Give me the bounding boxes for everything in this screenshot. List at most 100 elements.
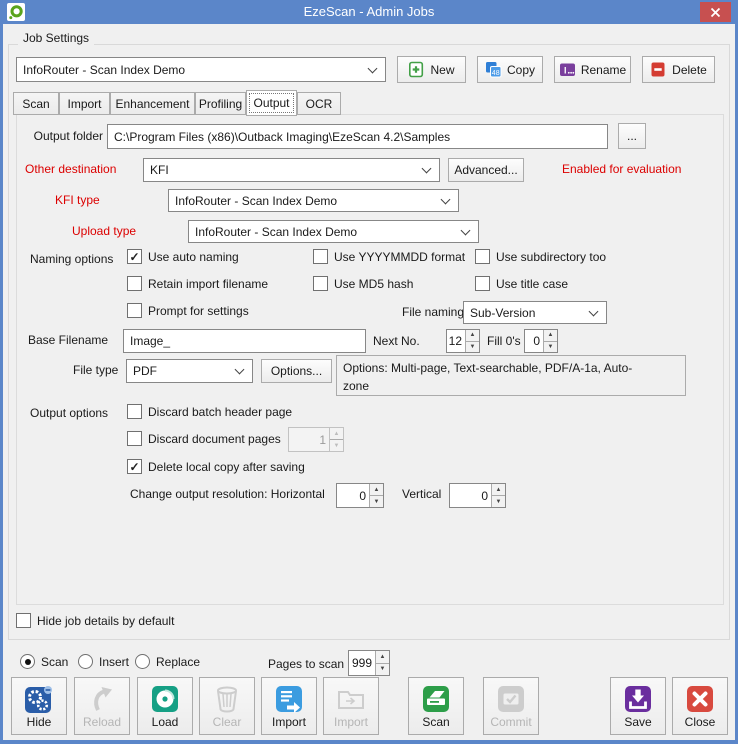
spinner-down-icon[interactable]: ▼ (376, 664, 389, 676)
clear-trash-icon (212, 684, 242, 714)
checkbox-hide-job-details[interactable]: Hide job details by default (16, 613, 174, 628)
file-naming-combobox[interactable]: Sub-Version (463, 301, 607, 324)
checkbox-label: Discard document pages (148, 432, 281, 446)
delete-job-button[interactable]: Delete (642, 56, 715, 83)
spinner-arrows[interactable]: ▲▼ (375, 651, 389, 675)
fill-zeros-spinner[interactable]: 0 ▲▼ (524, 329, 558, 353)
rename-job-button[interactable]: I Rename (554, 56, 631, 83)
kfi-type-combobox[interactable]: InfoRouter - Scan Index Demo (168, 189, 459, 212)
other-destination-combobox[interactable]: KFI (143, 158, 440, 182)
tab-scan[interactable]: Scan (13, 92, 59, 115)
tab-output-label: Output (253, 96, 289, 110)
copy-job-button[interactable]: 48 Copy (477, 56, 543, 83)
upload-type-label: Upload type (72, 224, 136, 238)
spinner-up-icon: ▲ (330, 428, 343, 440)
scan-button[interactable]: Scan (408, 677, 464, 735)
checkbox-box (475, 249, 490, 264)
checkbox-use-auto-naming[interactable]: Use auto naming (127, 249, 239, 264)
checkbox-label: Hide job details by default (37, 614, 174, 628)
tab-output[interactable]: Output (246, 90, 297, 116)
spinner-arrows[interactable]: ▲▼ (369, 484, 383, 507)
evaluation-note: Enabled for evaluation (562, 162, 681, 176)
checkbox-box (313, 249, 328, 264)
checkbox-box (127, 249, 142, 264)
file-naming-value: Sub-Version (470, 306, 535, 320)
import-folder-icon (336, 684, 366, 714)
tab-ocr[interactable]: OCR (297, 92, 341, 115)
kfi-type-label: KFI type (55, 193, 100, 207)
file-type-options-button[interactable]: Options... (261, 359, 332, 383)
file-type-combobox[interactable]: PDF (126, 359, 253, 383)
close-button[interactable]: Close (672, 677, 728, 735)
checkbox-delete-local-copy[interactable]: Delete local copy after saving (127, 459, 305, 474)
spinner-down-icon[interactable]: ▼ (466, 342, 479, 353)
tab-enhancement[interactable]: Enhancement (110, 92, 195, 115)
browse-folder-button[interactable]: ... (618, 123, 646, 149)
reload-button: Reload (74, 677, 130, 735)
spinner-down-icon[interactable]: ▼ (544, 342, 557, 353)
checkbox-use-md5-hash[interactable]: Use MD5 hash (313, 276, 413, 291)
checkbox-box (475, 276, 490, 291)
window-close-button[interactable] (700, 2, 731, 22)
output-folder-input[interactable]: C:\Program Files (x86)\Outback Imaging\E… (107, 124, 608, 149)
radio-replace[interactable]: Replace (135, 654, 200, 669)
checkbox-use-subdirectory-too[interactable]: Use subdirectory too (475, 249, 606, 264)
spinner-up-icon[interactable]: ▲ (544, 330, 557, 342)
options-summary-text: Options: Multi-page, Text-searchable, PD… (343, 359, 658, 395)
file-type-label: File type (73, 363, 118, 377)
new-icon (408, 61, 425, 78)
rename-job-label: Rename (581, 63, 626, 77)
checkbox-retain-import-filename[interactable]: Retain import filename (127, 276, 268, 291)
import-folder-label: Import (334, 715, 368, 729)
new-job-label: New (430, 63, 454, 77)
spinner-arrows[interactable]: ▲▼ (543, 330, 557, 352)
import-document-icon (274, 684, 304, 714)
pages-to-scan-spinner[interactable]: 999 ▲▼ (348, 650, 390, 676)
spinner-down-icon[interactable]: ▼ (370, 496, 383, 507)
tab-profiling[interactable]: Profiling (195, 92, 246, 115)
spinner-down-icon: ▼ (330, 440, 343, 451)
hide-gears-icon (24, 684, 54, 714)
upload-type-combobox[interactable]: InfoRouter - Scan Index Demo (188, 220, 479, 243)
checkbox-discard-document-pages[interactable]: Discard document pages (127, 431, 281, 446)
checkbox-label: Use title case (496, 277, 568, 291)
import-button[interactable]: Import (261, 677, 317, 735)
resolution-vertical-value: 0 (450, 484, 491, 507)
file-naming-label: File naming (402, 305, 464, 319)
checkbox-label: Discard batch header page (148, 405, 292, 419)
hide-button[interactable]: Hide (11, 677, 67, 735)
base-filename-input[interactable]: Image_ (123, 329, 366, 353)
spinner-arrows[interactable]: ▲▼ (491, 484, 505, 507)
close-icon (710, 7, 721, 18)
job-selector-combobox[interactable]: InfoRouter - Scan Index Demo (16, 57, 386, 82)
tab-import[interactable]: Import (59, 92, 110, 115)
checkbox-discard-batch-header-page[interactable]: Discard batch header page (127, 404, 292, 419)
resolution-horizontal-spinner[interactable]: 0 ▲▼ (336, 483, 384, 508)
spinner-up-icon[interactable]: ▲ (370, 484, 383, 496)
spinner-down-icon[interactable]: ▼ (492, 496, 505, 507)
spinner-up-icon[interactable]: ▲ (492, 484, 505, 496)
next-no-spinner[interactable]: 12 ▲▼ (446, 329, 480, 353)
checkbox-use-yyyymmdd-format[interactable]: Use YYYYMMDD format (313, 249, 465, 264)
spinner-up-icon[interactable]: ▲ (376, 651, 389, 664)
save-button[interactable]: Save (610, 677, 666, 735)
resolution-vertical-spinner[interactable]: 0 ▲▼ (449, 483, 506, 508)
job-settings-legend: Job Settings (18, 31, 94, 45)
radio-scan[interactable]: Scan (20, 654, 68, 669)
checkbox-prompt-for-settings[interactable]: Prompt for settings (127, 303, 249, 318)
checkbox-use-title-case[interactable]: Use title case (475, 276, 568, 291)
output-folder-label: Output folder (25, 129, 103, 143)
new-job-button[interactable]: New (397, 56, 466, 83)
advanced-button[interactable]: Advanced... (448, 158, 524, 182)
spinner-arrows[interactable]: ▲▼ (465, 330, 479, 352)
tab-import-label: Import (67, 97, 101, 111)
radio-label: Replace (156, 655, 200, 669)
title-bar: EzeScan - Admin Jobs (0, 0, 738, 24)
spinner-up-icon[interactable]: ▲ (466, 330, 479, 342)
tab-scan-label: Scan (22, 97, 49, 111)
radio-insert[interactable]: Insert (78, 654, 129, 669)
job-selector-value: InfoRouter - Scan Index Demo (23, 63, 185, 77)
load-button[interactable]: Load (137, 677, 193, 735)
radio-label: Insert (99, 655, 129, 669)
discard-pages-spinner: 1 ▲▼ (288, 427, 344, 452)
